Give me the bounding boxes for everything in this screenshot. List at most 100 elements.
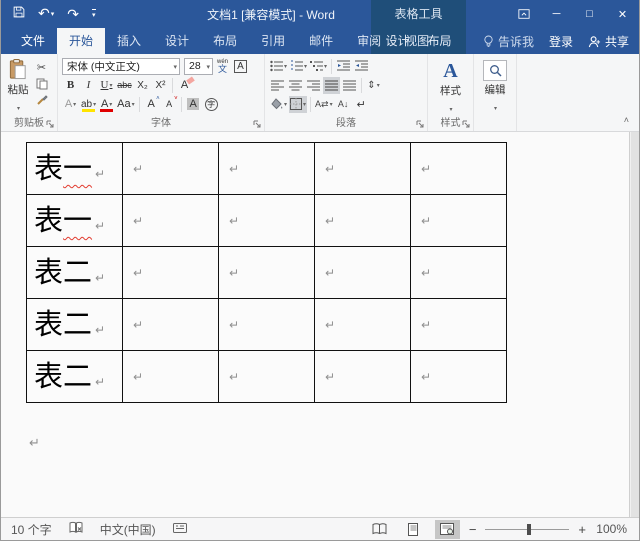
strikethrough-button[interactable]: abc (116, 77, 133, 94)
proofing-status[interactable] (69, 521, 83, 537)
table-cell[interactable]: ↵ (411, 351, 507, 403)
word-count[interactable]: 10 个字 (11, 521, 52, 538)
collapse-ribbon-button[interactable]: ˄ (624, 115, 629, 125)
multilevel-list-button[interactable] (309, 58, 328, 75)
font-size-combo[interactable]: 28 (184, 58, 213, 75)
change-case-button[interactable]: Aa (116, 96, 135, 113)
tab-design[interactable]: 设计 (153, 28, 201, 54)
table-cell[interactable]: ↵ (315, 299, 411, 351)
bold-button[interactable]: B (62, 77, 79, 94)
table-cell[interactable]: ↵ (411, 247, 507, 299)
document-area[interactable]: 表一↵↵↵↵↵表一↵↵↵↵↵表二↵↵↵↵↵表二↵↵↵↵↵表二↵↵↵↵↵ ↵ (1, 132, 639, 518)
show-hide-marks-button[interactable]: ↵ (353, 96, 370, 113)
read-mode-button[interactable] (367, 520, 392, 539)
tab-home[interactable]: 开始 (57, 28, 105, 54)
print-layout-button[interactable] (401, 520, 426, 539)
paragraph-dialog-launcher[interactable] (416, 120, 424, 128)
tab-table-design[interactable]: 设计 (376, 28, 418, 54)
sign-in-button[interactable]: 登录 (549, 33, 573, 50)
borders-button[interactable] (289, 96, 307, 113)
table-cell[interactable]: ↵ (315, 247, 411, 299)
copy-button[interactable] (33, 76, 50, 91)
scrollbar-thumb[interactable] (631, 132, 639, 518)
clear-formatting-button[interactable]: A (176, 77, 193, 94)
tab-file[interactable]: 文件 (9, 28, 57, 54)
table-cell[interactable]: 表一↵ (27, 195, 123, 247)
table-cell[interactable]: ↵ (315, 143, 411, 195)
bullets-button[interactable] (269, 58, 288, 75)
align-right-button[interactable] (305, 77, 322, 94)
table-cell[interactable]: ↵ (123, 299, 219, 351)
table-cell[interactable]: 表一↵ (27, 143, 123, 195)
table-cell[interactable]: 表二↵ (27, 299, 123, 351)
sort-button[interactable]: A↓ (335, 96, 352, 113)
table-cell[interactable]: ↵ (411, 299, 507, 351)
zoom-slider[interactable] (485, 524, 569, 535)
superscript-button[interactable]: X² (152, 77, 169, 94)
table-cell[interactable]: ↵ (219, 247, 315, 299)
cut-button[interactable]: ✂ (33, 60, 50, 75)
highlight-color-button[interactable]: ab (80, 96, 97, 113)
font-name-combo[interactable]: 宋体 (中文正文) (62, 58, 180, 75)
tab-table-layout[interactable]: 布局 (419, 28, 461, 54)
editing-button[interactable]: 编辑 (476, 56, 514, 115)
table-cell[interactable]: ↵ (219, 299, 315, 351)
undo-button[interactable]: ↶▾ (38, 5, 54, 23)
clipboard-dialog-launcher[interactable] (46, 120, 54, 128)
increase-indent-button[interactable] (353, 58, 370, 75)
font-color-button[interactable]: A (98, 96, 115, 113)
subscript-button[interactable]: X₂ (134, 77, 151, 94)
shading-button[interactable] (269, 96, 288, 113)
share-button[interactable]: 共享 (588, 33, 629, 50)
tab-insert[interactable]: 插入 (105, 28, 153, 54)
vertical-scrollbar[interactable] (629, 132, 639, 518)
web-layout-button[interactable] (435, 520, 460, 539)
italic-button[interactable]: I (80, 77, 97, 94)
distribute-button[interactable] (341, 77, 358, 94)
tab-references[interactable]: 引用 (249, 28, 297, 54)
table-cell[interactable]: ↵ (219, 351, 315, 403)
tab-mailings[interactable]: 邮件 (297, 28, 345, 54)
asian-layout-button[interactable]: A⇄ (314, 96, 334, 113)
styles-button[interactable]: A 样式 (430, 56, 471, 116)
table-cell[interactable]: 表二↵ (27, 247, 123, 299)
language-status[interactable]: 中文(中国) (100, 521, 156, 538)
table-cell[interactable]: ↵ (123, 247, 219, 299)
table-cell[interactable]: ↵ (219, 143, 315, 195)
text-effects-button[interactable]: A (62, 96, 79, 113)
underline-button[interactable]: U (98, 77, 115, 94)
table-cell[interactable]: ↵ (315, 195, 411, 247)
input-mode-status[interactable] (173, 522, 187, 537)
shrink-font-button[interactable]: A˅ (161, 96, 178, 113)
numbering-button[interactable] (289, 58, 308, 75)
redo-button[interactable]: ↷ (67, 7, 79, 21)
zoom-out-button[interactable]: − (469, 522, 477, 537)
paste-dropdown-caret[interactable] (16, 97, 20, 115)
tab-layout[interactable]: 布局 (201, 28, 249, 54)
close-button[interactable]: ✕ (606, 0, 639, 28)
table-cell[interactable]: ↵ (123, 143, 219, 195)
customize-qat-button[interactable]: ▾ (92, 9, 96, 19)
zoom-slider-thumb[interactable] (527, 524, 531, 535)
minimize-button[interactable]: ─ (540, 0, 573, 28)
table-cell[interactable]: ↵ (123, 195, 219, 247)
maximize-button[interactable]: □ (573, 0, 606, 28)
line-spacing-button[interactable]: ⇕ (365, 77, 382, 94)
grow-font-button[interactable]: A˄ (143, 96, 160, 113)
zoom-in-button[interactable]: + (578, 522, 586, 537)
ribbon-display-options-button[interactable] (507, 0, 540, 28)
table-cell[interactable]: 表二↵ (27, 351, 123, 403)
table-cell[interactable]: ↵ (219, 195, 315, 247)
table-cell[interactable]: ↵ (411, 195, 507, 247)
tell-me-button[interactable]: 告诉我 (483, 33, 534, 50)
zoom-level[interactable]: 100% (595, 522, 627, 536)
align-left-button[interactable] (269, 77, 286, 94)
character-border-button[interactable]: A (232, 58, 249, 75)
table-cell[interactable]: ↵ (315, 351, 411, 403)
table-cell[interactable]: ↵ (123, 351, 219, 403)
save-button[interactable] (13, 5, 25, 23)
styles-dialog-launcher[interactable] (462, 120, 470, 128)
character-shading-button[interactable]: A (185, 96, 202, 113)
phonetic-guide-button[interactable]: wén 文 (214, 58, 231, 75)
align-center-button[interactable] (287, 77, 304, 94)
